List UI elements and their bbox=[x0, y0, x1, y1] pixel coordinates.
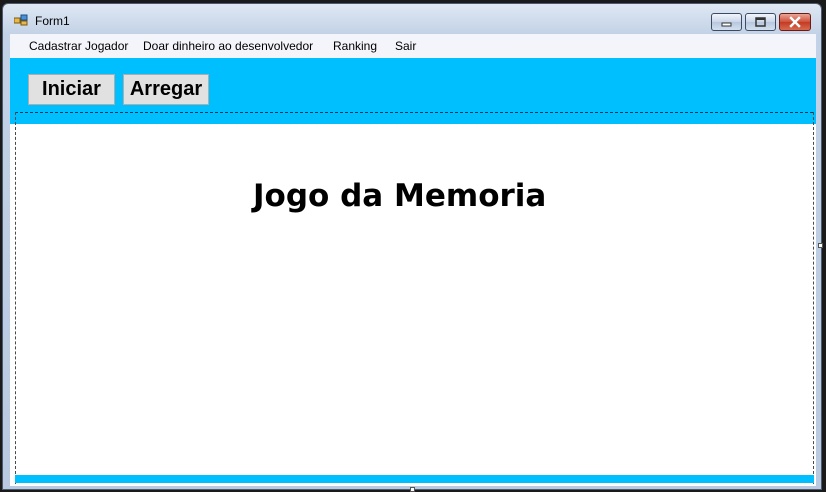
maximize-button[interactable] bbox=[745, 13, 776, 31]
resize-handle-bottom[interactable] bbox=[410, 487, 415, 492]
game-title: Jogo da Memoria bbox=[253, 178, 547, 214]
minimize-icon bbox=[721, 22, 732, 27]
close-button[interactable] bbox=[779, 13, 811, 31]
menu-item-sair[interactable]: Sair bbox=[395, 39, 416, 53]
menu-bar: Cadastrar Jogador Doar dinheiro ao desen… bbox=[10, 34, 816, 58]
close-icon bbox=[789, 16, 801, 28]
panel-border-top bbox=[15, 112, 813, 113]
top-panel: Iniciar Arregar bbox=[10, 58, 816, 124]
menu-item-cadastrar-jogador[interactable]: Cadastrar Jogador bbox=[29, 39, 128, 53]
maximize-icon bbox=[755, 17, 766, 27]
resize-handle-right[interactable] bbox=[818, 243, 823, 248]
panel-border-right bbox=[813, 112, 814, 484]
bottom-panel bbox=[15, 475, 814, 483]
game-panel: Jogo da Memoria bbox=[15, 124, 813, 474]
minimize-button[interactable] bbox=[711, 13, 742, 31]
client-area: Cadastrar Jogador Doar dinheiro ao desen… bbox=[10, 34, 816, 486]
app-icon bbox=[14, 14, 28, 26]
give-up-button[interactable]: Arregar bbox=[123, 74, 209, 105]
menu-item-doar-dinheiro[interactable]: Doar dinheiro ao desenvolvedor bbox=[143, 39, 313, 53]
panel-border-left bbox=[15, 112, 16, 484]
app-window: Form1 Cadastrar Jogador Doar dinheiro ao… bbox=[2, 3, 822, 490]
window-title: Form1 bbox=[35, 14, 70, 28]
start-button[interactable]: Iniciar bbox=[28, 74, 115, 105]
menu-item-ranking[interactable]: Ranking bbox=[333, 39, 377, 53]
title-bar[interactable]: Form1 bbox=[3, 4, 821, 34]
